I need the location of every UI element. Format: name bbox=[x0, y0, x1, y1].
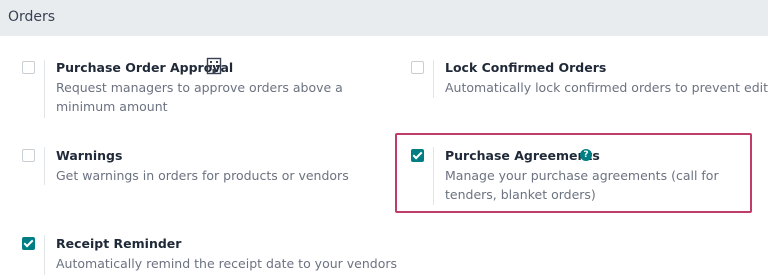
purchase-agreements-description: Manage your purchase agreements (call fo… bbox=[445, 168, 719, 202]
section-title: Orders bbox=[8, 9, 56, 25]
setting-divider bbox=[433, 60, 434, 98]
receipt-reminder-description: Automatically remind the receipt date to… bbox=[56, 256, 398, 271]
warnings-label: Warnings bbox=[56, 148, 123, 163]
receipt-reminder-checkbox[interactable] bbox=[22, 237, 35, 250]
receipt-reminder-label: Receipt Reminder bbox=[56, 236, 182, 251]
building-icon bbox=[206, 57, 222, 79]
setting-divider bbox=[44, 235, 45, 275]
purchase-order-approval-checkbox[interactable] bbox=[22, 61, 35, 74]
section-header: Orders bbox=[0, 0, 768, 36]
help-icon[interactable]: ? bbox=[580, 149, 592, 161]
purchase-agreements-checkbox[interactable] bbox=[411, 149, 424, 162]
lock-confirmed-orders-checkbox[interactable] bbox=[411, 61, 424, 74]
lock-confirmed-orders-description: Automatically lock confirmed orders to p… bbox=[445, 80, 768, 95]
setting-divider bbox=[433, 147, 434, 205]
warnings-description: Get warnings in orders for products or v… bbox=[56, 168, 349, 183]
lock-confirmed-orders-label: Lock Confirmed Orders bbox=[445, 60, 607, 75]
purchase-order-approval-description: Request managers to approve orders above… bbox=[56, 80, 343, 114]
warnings-checkbox[interactable] bbox=[22, 149, 35, 162]
setting-divider bbox=[44, 147, 45, 185]
setting-divider bbox=[44, 60, 45, 118]
purchase-agreements-label: Purchase Agreements bbox=[445, 148, 600, 163]
